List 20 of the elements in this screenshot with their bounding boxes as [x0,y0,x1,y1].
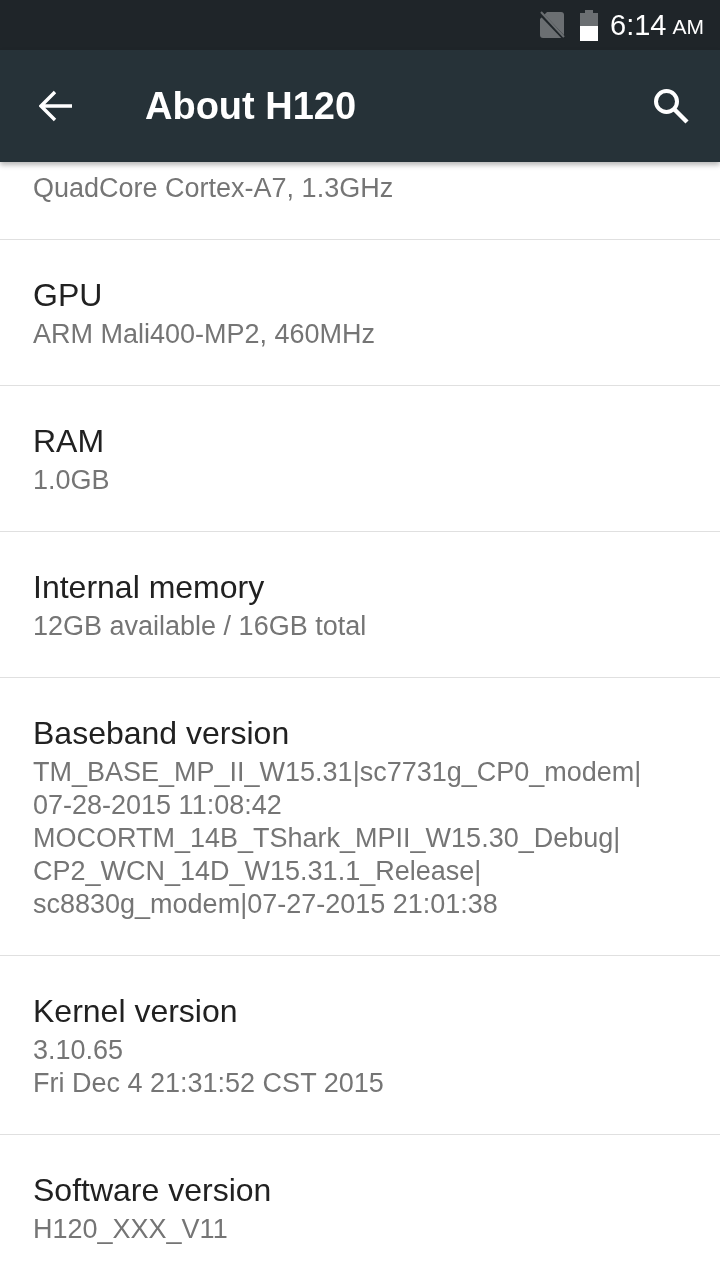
search-icon[interactable] [653,88,689,124]
setting-value: QuadCore Cortex-A7, 1.3GHz [33,172,395,205]
setting-title: Internal memory [33,568,266,606]
setting-value: H120_XXX_V11 [33,1213,229,1246]
status-time: 6:14 [610,8,667,42]
status-meridiem: AM [672,14,704,40]
setting-title: Kernel version [33,992,239,1030]
setting-value: 12GB available / 16GB total [33,610,368,643]
setting-title: RAM [33,422,106,460]
toolbar-title: About H120 [145,84,358,128]
setting-value: 3.10.65 Fri Dec 4 21:31:52 CST 2015 [33,1034,385,1100]
battery-icon [580,9,599,41]
crossed-sim-card-icon [539,11,566,39]
setting-title: GPU [33,276,104,314]
setting-title: Software version [33,1171,273,1209]
setting-title: Baseband version [33,714,291,752]
setting-value: 1.0GB [33,464,111,497]
back-arrow-icon[interactable] [39,90,73,122]
setting-value: ARM Mali400-MP2, 460MHz [33,318,377,351]
setting-value: TM_BASE_MP_II_W15.31|sc7731g_CP0_modem| 07-28-2015 11:08:42 MOCORTM_14B_TShark_MPII_W15.30_Debug| CP2_WCN_14D_W15.31.1_Release| sc8830g_modem|07-27-2015 21:01:38 [33,756,643,921]
